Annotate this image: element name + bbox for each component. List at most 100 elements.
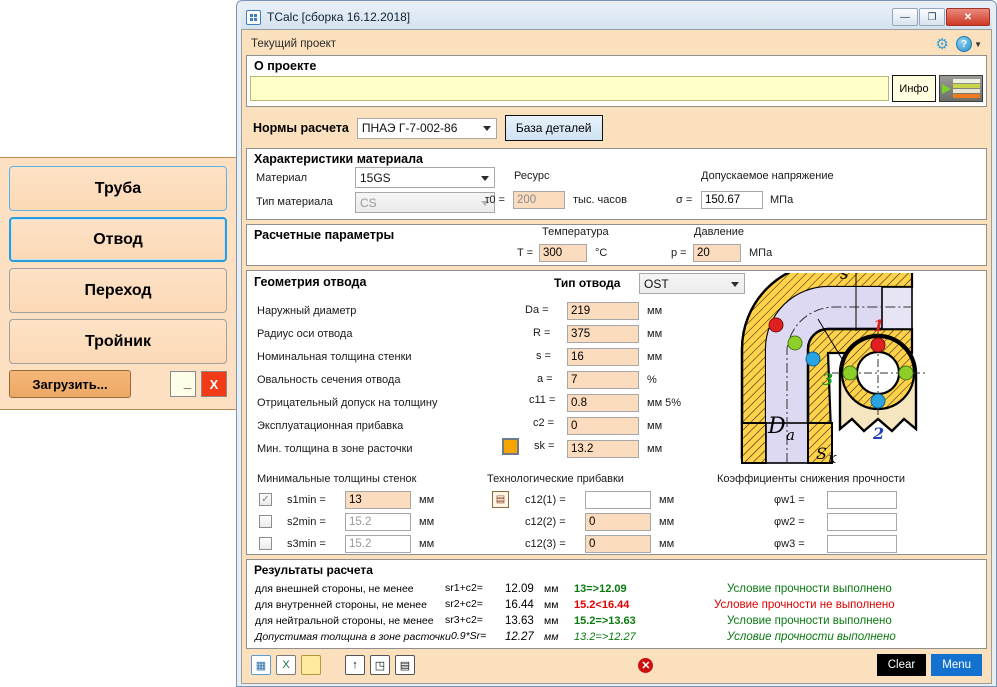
- launcher-button-perehod[interactable]: Переход: [9, 268, 227, 313]
- geo-row-unit-1: мм: [647, 328, 662, 340]
- about-project-title: О проекте: [247, 56, 986, 75]
- diagram-index-1: 1: [873, 316, 884, 335]
- diagram-label-da: D: [767, 414, 786, 439]
- s3min-input[interactable]: [345, 535, 411, 553]
- min-thickness-checkbox-0[interactable]: ✓: [259, 493, 272, 506]
- geo-row-label-1: Радиус оси отвода: [257, 328, 352, 340]
- phi-w1-input[interactable]: [827, 491, 897, 509]
- geo-row-label-4: Отрицательный допуск на толщину: [257, 397, 438, 409]
- calculator-icon[interactable]: ▦: [251, 655, 271, 675]
- allowable-stress-header: Допускаемое напряжение: [701, 170, 834, 182]
- help-icon[interactable]: ?: [956, 36, 972, 52]
- window-maximize-button[interactable]: ❐: [919, 8, 945, 26]
- tech-unit-0: мм: [659, 494, 674, 506]
- geo-row-unit-0: мм: [647, 305, 662, 317]
- geo-input-a[interactable]: [567, 371, 639, 389]
- launcher-button-otvod[interactable]: Отвод: [9, 217, 227, 262]
- c12-3-input[interactable]: [585, 535, 651, 553]
- gear-icon[interactable]: ⚙: [934, 36, 950, 52]
- geo-input-s[interactable]: [567, 348, 639, 366]
- sigma-input[interactable]: [701, 191, 763, 209]
- window-close-button[interactable]: ✕: [946, 8, 990, 26]
- geo-input-c11[interactable]: [567, 394, 639, 412]
- tau-input[interactable]: [513, 191, 565, 209]
- launcher-button-troinik[interactable]: Тройник: [9, 319, 227, 364]
- result-unit-3: мм: [544, 631, 558, 643]
- window-title: TCalc [сборка 16.12.2018]: [267, 10, 410, 24]
- copy-icon[interactable]: ◳: [370, 655, 390, 675]
- geo-input-c2[interactable]: [567, 417, 639, 435]
- temperature-input[interactable]: [539, 244, 587, 262]
- s2min-input[interactable]: [345, 513, 411, 531]
- pressure-label: p =: [671, 247, 687, 259]
- tech-calculator-icon[interactable]: ▤: [492, 491, 509, 508]
- launcher-minimize-button[interactable]: _: [170, 371, 196, 397]
- info-button[interactable]: Инфо: [892, 75, 936, 102]
- c12-1-input[interactable]: [585, 491, 651, 509]
- geo-input-sk[interactable]: [567, 440, 639, 458]
- pressure-unit: МПа: [749, 247, 772, 259]
- geo-row-unit-4: мм 5%: [647, 397, 681, 409]
- geo-input-da[interactable]: [567, 302, 639, 320]
- diagram-index-2: 2: [872, 424, 884, 443]
- norms-select[interactable]: ПНАЭ Г-7-002-86: [357, 118, 497, 139]
- phi-sym-1: φw2 =: [774, 516, 805, 528]
- resource-header: Ресурс: [514, 170, 549, 182]
- svg-text:a: a: [786, 426, 795, 444]
- diagram-point-3: [788, 336, 802, 350]
- pressure-input[interactable]: [693, 244, 741, 262]
- result-status-2: Условие прочности выполнено: [727, 615, 892, 627]
- phi-sym-0: φw1 =: [774, 494, 805, 506]
- save-icon[interactable]: ▤: [395, 655, 415, 675]
- result-label-1: для внутренней стороны, не менее: [255, 599, 427, 611]
- load-button[interactable]: Загрузить...: [9, 370, 131, 398]
- chevron-down-icon: [481, 176, 489, 181]
- error-icon[interactable]: ✕: [638, 658, 653, 673]
- legend-arrow-icon[interactable]: [939, 75, 983, 102]
- material-label: Материал: [256, 172, 307, 184]
- menu-button[interactable]: Menu: [931, 654, 982, 676]
- material-type-select[interactable]: CS: [355, 192, 495, 213]
- pressure-header: Давление: [694, 226, 744, 238]
- about-project-input[interactable]: [250, 76, 889, 101]
- window-minimize-button[interactable]: —: [892, 8, 918, 26]
- result-comparison-2: 15.2=>13.63: [574, 615, 636, 627]
- window-client-area: Текущий проект ⚙ ? ▼ О проекте Инфо: [241, 29, 992, 684]
- geo-row-label-2: Номинальная толщина стенки: [257, 351, 412, 363]
- parts-database-button[interactable]: База деталей: [505, 115, 603, 141]
- sigma-unit: МПа: [770, 194, 793, 206]
- material-select[interactable]: 15GS: [355, 167, 495, 188]
- pipe-elbow-diagram: s R D a S K: [730, 273, 992, 465]
- geo-input-r[interactable]: [567, 325, 639, 343]
- geo-row-sym-4: c11 =: [529, 394, 555, 406]
- temperature-header: Температура: [542, 226, 609, 238]
- elbow-type-label: Тип отвода: [554, 276, 620, 290]
- bottom-toolbar: ▦ X ↑ ◳ ▤ ✕ Clear Menu: [245, 650, 988, 680]
- tau-label: τ0 =: [485, 194, 505, 206]
- result-value-1: 16.44: [505, 599, 534, 611]
- phi-w2-input[interactable]: [827, 513, 897, 531]
- launcher-button-truba[interactable]: Труба: [9, 166, 227, 211]
- result-label-2: для нейтральной стороны, не менее: [255, 615, 434, 627]
- launcher-close-button[interactable]: X: [201, 371, 227, 397]
- upload-icon[interactable]: ↑: [345, 655, 365, 675]
- geo-row-unit-3: %: [647, 374, 657, 386]
- tech-sym-1: c12(2) =: [525, 516, 566, 528]
- result-value-2: 13.63: [505, 615, 534, 627]
- phi-w3-input[interactable]: [827, 535, 897, 553]
- bore-zone-toggle[interactable]: [502, 438, 519, 455]
- c12-2-input[interactable]: [585, 513, 651, 531]
- window-title-bar[interactable]: TCalc [сборка 16.12.2018] — ❐ ✕: [241, 5, 992, 29]
- s1min-input[interactable]: [345, 491, 411, 509]
- clear-button[interactable]: Clear: [877, 654, 926, 676]
- launcher-actions-row: Загрузить... _ X: [9, 370, 227, 398]
- svg-text:K: K: [827, 453, 837, 465]
- chevron-down-icon[interactable]: ▼: [974, 40, 982, 49]
- min-thickness-checkbox-2[interactable]: [259, 537, 272, 550]
- excel-icon[interactable]: X: [276, 655, 296, 675]
- main-window: TCalc [сборка 16.12.2018] — ❐ ✕ Текущий …: [236, 0, 997, 687]
- norms-select-value: ПНАЭ Г-7-002-86: [362, 121, 458, 135]
- document-icon[interactable]: [301, 655, 321, 675]
- result-unit-0: мм: [544, 583, 558, 595]
- min-thickness-checkbox-1[interactable]: [259, 515, 272, 528]
